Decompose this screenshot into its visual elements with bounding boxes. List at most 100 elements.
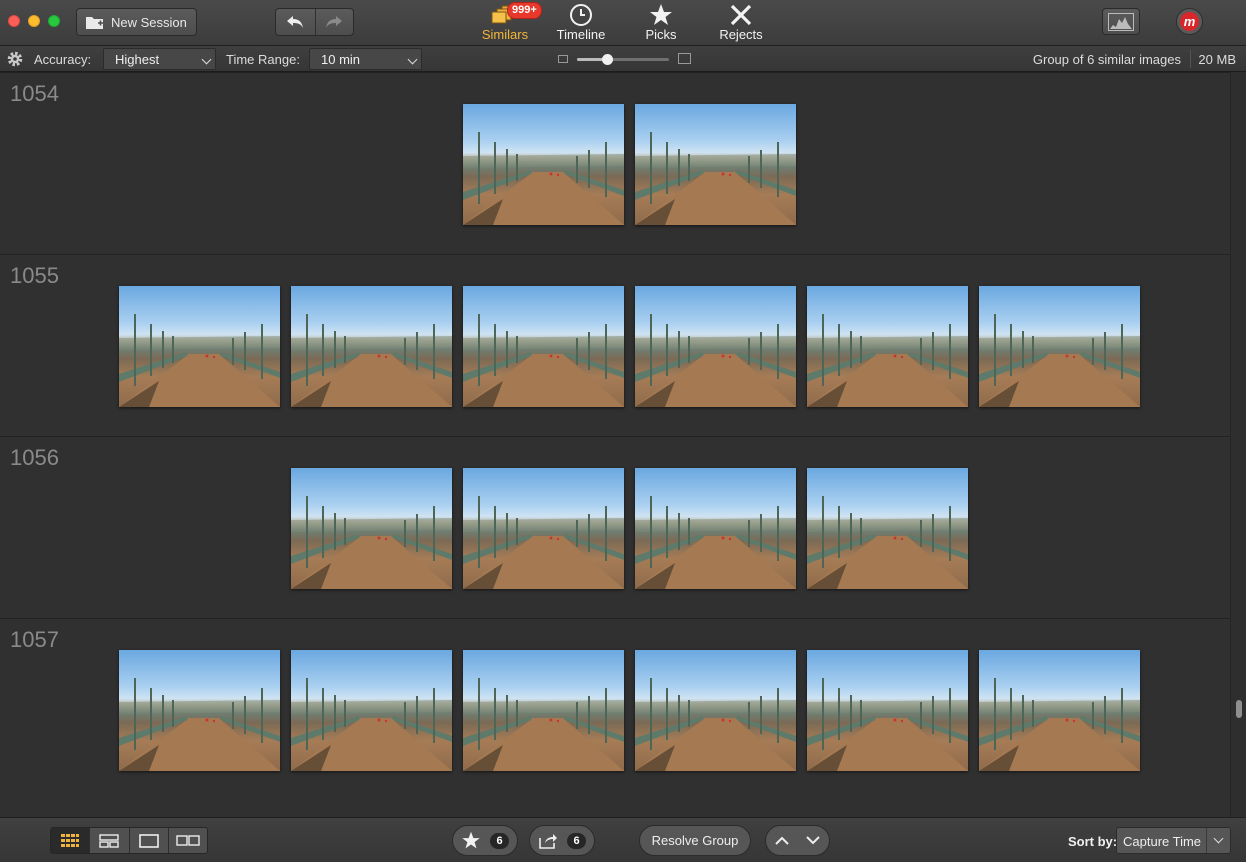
photo-thumbnail-image bbox=[119, 314, 280, 407]
photo-thumbnail-image bbox=[979, 678, 1140, 771]
sort-value: Capture Time bbox=[1123, 834, 1202, 849]
resolve-group-label: Resolve Group bbox=[651, 833, 739, 848]
mode-label: Timeline bbox=[556, 27, 606, 42]
photo-thumbnail[interactable] bbox=[807, 650, 968, 771]
similar-group: 1056 bbox=[0, 436, 1230, 618]
grid-view-button[interactable] bbox=[51, 828, 90, 853]
mode-picks[interactable]: Picks bbox=[626, 2, 696, 44]
photo-thumbnail[interactable] bbox=[463, 468, 624, 589]
photo-thumbnail[interactable] bbox=[119, 286, 280, 407]
photo-thumbnail[interactable] bbox=[635, 104, 796, 225]
filter-toolbar: Accuracy: Highest Time Range: 10 min Gro… bbox=[0, 46, 1246, 72]
photo-thumbnail[interactable] bbox=[463, 286, 624, 407]
previous-group-button[interactable] bbox=[766, 836, 798, 845]
photo-thumbnail[interactable] bbox=[119, 650, 280, 771]
next-group-button[interactable] bbox=[798, 836, 830, 845]
chevron-down-icon bbox=[1213, 833, 1224, 844]
time-range-select[interactable]: 10 min bbox=[309, 48, 422, 70]
group-number: 1055 bbox=[10, 263, 59, 288]
photo-thumbnail[interactable] bbox=[635, 650, 796, 771]
side-by-side-view-icon bbox=[176, 834, 200, 846]
photo-thumbnail-image bbox=[119, 678, 280, 771]
group-number: 1057 bbox=[10, 627, 59, 652]
scrollbar-thumb[interactable] bbox=[1236, 700, 1242, 718]
close-window-button[interactable] bbox=[8, 15, 20, 27]
mode-label: Picks bbox=[645, 27, 677, 42]
clock-icon bbox=[570, 4, 592, 26]
redo-icon bbox=[326, 16, 343, 28]
photo-thumbnail[interactable] bbox=[291, 650, 452, 771]
zoom-window-button[interactable] bbox=[48, 15, 60, 27]
histogram-icon bbox=[1108, 12, 1134, 31]
grid-view-icon bbox=[61, 833, 80, 847]
new-session-button[interactable]: New Session bbox=[76, 8, 197, 36]
time-range-value: 10 min bbox=[321, 52, 361, 67]
compare-view-button[interactable] bbox=[89, 828, 128, 853]
group-number: 1054 bbox=[10, 81, 59, 106]
picks-count-button[interactable]: 6 bbox=[452, 825, 518, 856]
chevron-down-icon bbox=[806, 836, 820, 845]
new-folder-icon bbox=[86, 17, 103, 29]
mode-label: Similars bbox=[481, 27, 529, 42]
photo-thumbnail-image bbox=[807, 314, 968, 407]
resolve-group-button[interactable]: Resolve Group bbox=[639, 825, 751, 856]
star-icon bbox=[650, 4, 672, 25]
photo-thumbnail-image bbox=[979, 314, 1140, 407]
photo-thumbnail-image bbox=[291, 678, 452, 771]
redo-button[interactable] bbox=[314, 9, 354, 35]
photo-thumbnail-image bbox=[463, 314, 624, 407]
size-info: 20 MB bbox=[1198, 52, 1236, 67]
group-navigation bbox=[765, 825, 830, 856]
photo-thumbnail[interactable] bbox=[979, 650, 1140, 771]
thumbnail-size-slider[interactable] bbox=[577, 54, 669, 65]
photo-thumbnail[interactable] bbox=[291, 286, 452, 407]
title-bar: New Session 999+ Similars Timeline Picks… bbox=[0, 0, 1246, 46]
single-view-button[interactable] bbox=[128, 828, 168, 853]
photo-thumbnail[interactable] bbox=[979, 286, 1140, 407]
accuracy-label: Accuracy: bbox=[34, 52, 92, 67]
mode-timeline[interactable]: Timeline bbox=[546, 2, 616, 44]
photo-thumbnail[interactable] bbox=[807, 286, 968, 407]
time-range-label: Time Range: bbox=[226, 52, 300, 67]
export-button[interactable]: 6 bbox=[529, 825, 595, 856]
photo-thumbnail-image bbox=[291, 496, 452, 589]
minimize-window-button[interactable] bbox=[28, 15, 40, 27]
new-session-label: New Session bbox=[111, 14, 187, 30]
photo-thumbnail[interactable] bbox=[291, 468, 452, 589]
app-logo-button[interactable]: m bbox=[1176, 8, 1203, 35]
photo-thumbnail-image bbox=[635, 678, 796, 771]
mode-rejects[interactable]: Rejects bbox=[706, 2, 776, 44]
vertical-scrollbar[interactable] bbox=[1230, 72, 1246, 817]
undo-button[interactable] bbox=[276, 9, 315, 35]
export-count: 6 bbox=[567, 832, 586, 849]
photo-thumbnail[interactable] bbox=[463, 104, 624, 225]
photo-thumbnail-image bbox=[807, 678, 968, 771]
large-thumbnail-icon bbox=[678, 53, 691, 64]
side-by-side-view-button[interactable] bbox=[167, 828, 207, 853]
bottom-bar: 6 6 Resolve Group Sort by: Capture Time bbox=[0, 817, 1246, 862]
photo-thumbnail[interactable] bbox=[463, 650, 624, 771]
photo-thumbnail[interactable] bbox=[807, 468, 968, 589]
mode-similars[interactable]: 999+ Similars bbox=[470, 2, 542, 44]
histogram-button[interactable] bbox=[1102, 8, 1140, 35]
small-thumbnail-icon bbox=[558, 55, 568, 63]
x-icon bbox=[730, 4, 752, 26]
photo-thumbnail-image bbox=[635, 132, 796, 225]
group-info: Group of 6 similar images bbox=[1032, 52, 1181, 67]
accuracy-select[interactable]: Highest bbox=[103, 48, 216, 70]
share-icon bbox=[539, 833, 558, 849]
slider-knob[interactable] bbox=[602, 54, 614, 65]
similar-groups-grid: 1054 1055 1056 1057 bbox=[0, 72, 1230, 817]
compare-view-icon bbox=[99, 833, 120, 848]
picks-count: 6 bbox=[490, 832, 509, 849]
sort-select[interactable]: Capture Time bbox=[1116, 827, 1231, 854]
undo-icon bbox=[287, 16, 304, 28]
photo-thumbnail[interactable] bbox=[635, 468, 796, 589]
gear-icon[interactable] bbox=[6, 50, 24, 68]
similars-count-badge: 999+ bbox=[507, 2, 542, 19]
divider bbox=[1190, 50, 1191, 68]
photo-thumbnail[interactable] bbox=[635, 286, 796, 407]
photo-thumbnail-image bbox=[463, 678, 624, 771]
chevron-down-icon bbox=[201, 54, 212, 65]
group-number: 1056 bbox=[10, 445, 59, 470]
